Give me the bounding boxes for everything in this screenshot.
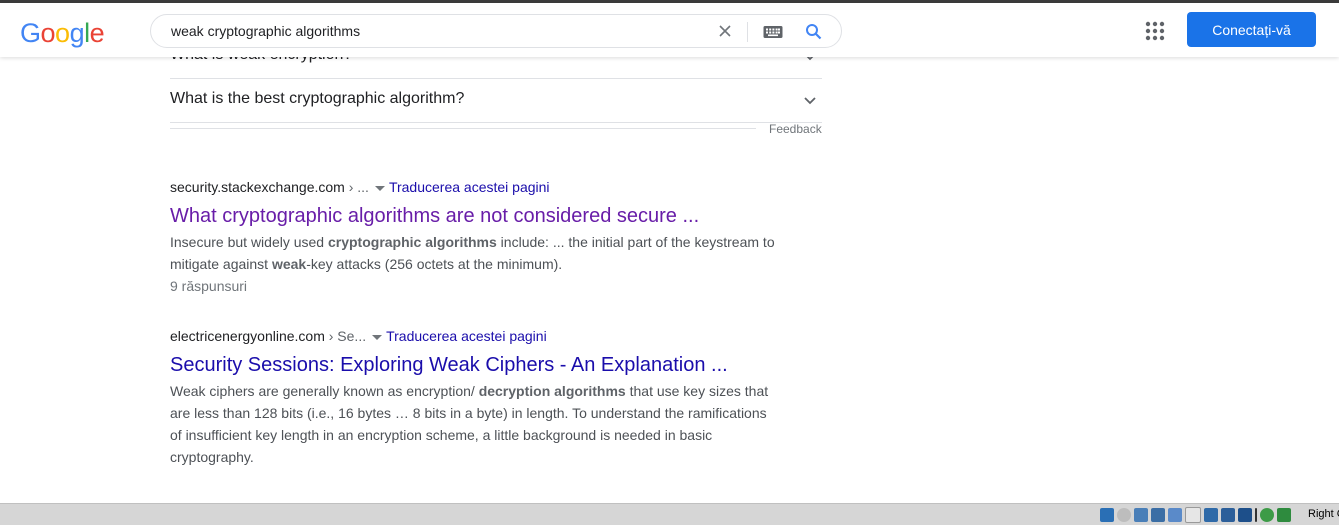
snippet-text: Insecure but widely used (170, 234, 328, 250)
hard-disk-icon[interactable] (1100, 508, 1114, 522)
result-domain[interactable]: security.stackexchange.com (170, 179, 345, 195)
result-breadcrumb: security.stackexchange.com › ... Traducer… (170, 177, 780, 197)
chevron-down-icon (804, 97, 816, 105)
logo-letter: g (69, 18, 85, 48)
feedback-link[interactable]: Feedback (769, 122, 822, 136)
result-title-link[interactable]: What cryptographic algorithms are not co… (170, 203, 780, 229)
search-result: security.stackexchange.com › ... Traducer… (170, 177, 780, 297)
logo-letter: o (40, 18, 56, 48)
mouse-integration-icon[interactable] (1277, 508, 1291, 522)
answer-count: 9 răspunsuri (170, 278, 248, 294)
cpu-icon[interactable] (1238, 508, 1252, 522)
caret-down-icon[interactable] (372, 334, 383, 340)
caret-down-icon[interactable] (374, 185, 385, 191)
result-domain[interactable]: electricenergyonline.com (170, 328, 325, 344)
search-input[interactable]: weak cryptographic algorithms (150, 14, 842, 48)
google-logo[interactable]: Google (20, 16, 105, 48)
search-query-text[interactable]: weak cryptographic algorithms (171, 23, 360, 39)
tray-separator (1255, 508, 1257, 522)
translate-link[interactable]: Traducerea acestei pagini (386, 328, 547, 344)
faq-question: What is the best cryptographic algorithm… (170, 90, 465, 107)
status-tray (1100, 507, 1291, 523)
logo-letter: e (89, 18, 105, 48)
sign-in-button[interactable]: Conectați-vă (1187, 12, 1316, 47)
snippet-highlight: cryptographic algorithms (327, 234, 497, 250)
result-path: › Se... (328, 328, 367, 344)
search-result: electricenergyonline.com › Se... Traducer… (170, 326, 780, 468)
result-title-link[interactable]: Security Sessions: Exploring Weak Cipher… (170, 352, 780, 378)
search-divider (747, 22, 748, 42)
display-icon[interactable] (1204, 508, 1218, 522)
feedback-divider (170, 128, 756, 129)
faq-item[interactable]: What is the best cryptographic algorithm… (170, 78, 822, 123)
network-icon[interactable] (1151, 508, 1165, 522)
snippet-highlight: decryption algorithms (478, 383, 626, 399)
shared-folder-icon[interactable] (1185, 507, 1201, 523)
logo-letter: o (55, 18, 70, 48)
close-icon[interactable] (717, 23, 733, 39)
host-key-label: Right C (1308, 508, 1339, 520)
logo-letter: G (20, 18, 41, 48)
guest-additions-icon[interactable] (1260, 508, 1274, 522)
translate-link[interactable]: Traducerea acestei pagini (389, 179, 550, 195)
snippet-highlight: weak (271, 256, 307, 272)
result-path: › ... (348, 179, 369, 195)
recording-icon[interactable] (1221, 508, 1235, 522)
search-icon[interactable] (805, 23, 822, 40)
result-snippet: Weak ciphers are generally known as encr… (170, 380, 780, 468)
result-breadcrumb: electricenergyonline.com › Se... Traducer… (170, 326, 780, 346)
apps-grid-icon[interactable] (1145, 21, 1165, 41)
usb-icon[interactable] (1168, 508, 1182, 522)
optical-drive-icon[interactable] (1117, 508, 1131, 522)
search-header: Google weak cryptographic algorithms Con… (0, 3, 1339, 57)
keyboard-icon[interactable] (763, 25, 783, 39)
snippet-text: Weak ciphers are generally known as encr… (170, 383, 479, 399)
vm-status-bar: Right C (0, 503, 1339, 525)
audio-icon[interactable] (1134, 508, 1148, 522)
snippet-text: -key attacks (256 octets at the minimum)… (306, 256, 563, 272)
result-snippet: Insecure but widely used cryptographic a… (170, 231, 780, 275)
